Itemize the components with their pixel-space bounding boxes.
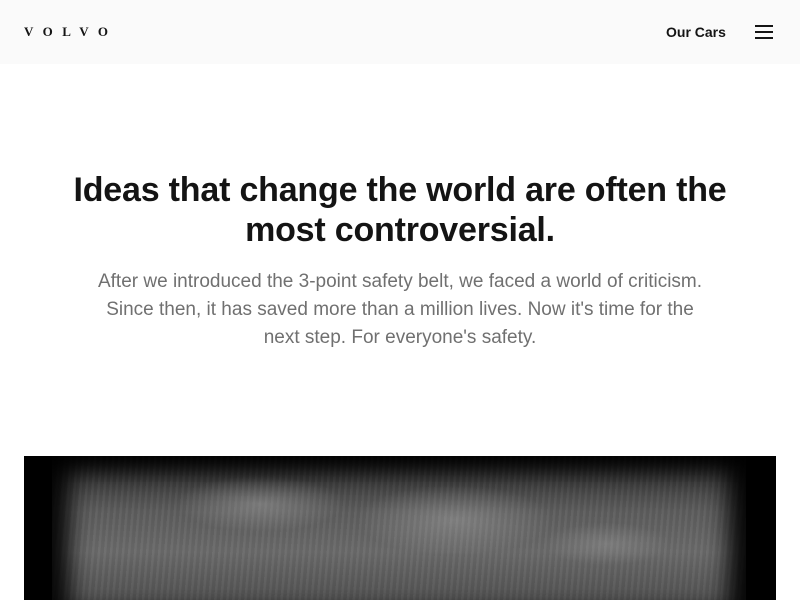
hero-body: After we introduced the 3-point safety b… xyxy=(97,271,703,348)
volvo-logo[interactable]: VOLVO xyxy=(24,24,117,40)
site-header: VOLVO Our Cars xyxy=(0,0,800,64)
menu-line xyxy=(755,31,773,33)
our-cars-link[interactable]: Our Cars xyxy=(666,23,726,41)
hero-section: Ideas that change the world are often th… xyxy=(60,170,740,352)
menu-line xyxy=(755,25,773,27)
menu-line xyxy=(755,37,773,39)
hamburger-menu-icon[interactable] xyxy=(754,24,774,40)
video-frame-image xyxy=(52,456,746,600)
hero-title: Ideas that change the world are often th… xyxy=(73,171,727,249)
page: VOLVO Our Cars Ideas that change the wor… xyxy=(0,0,800,600)
hero-video[interactable] xyxy=(24,456,776,600)
